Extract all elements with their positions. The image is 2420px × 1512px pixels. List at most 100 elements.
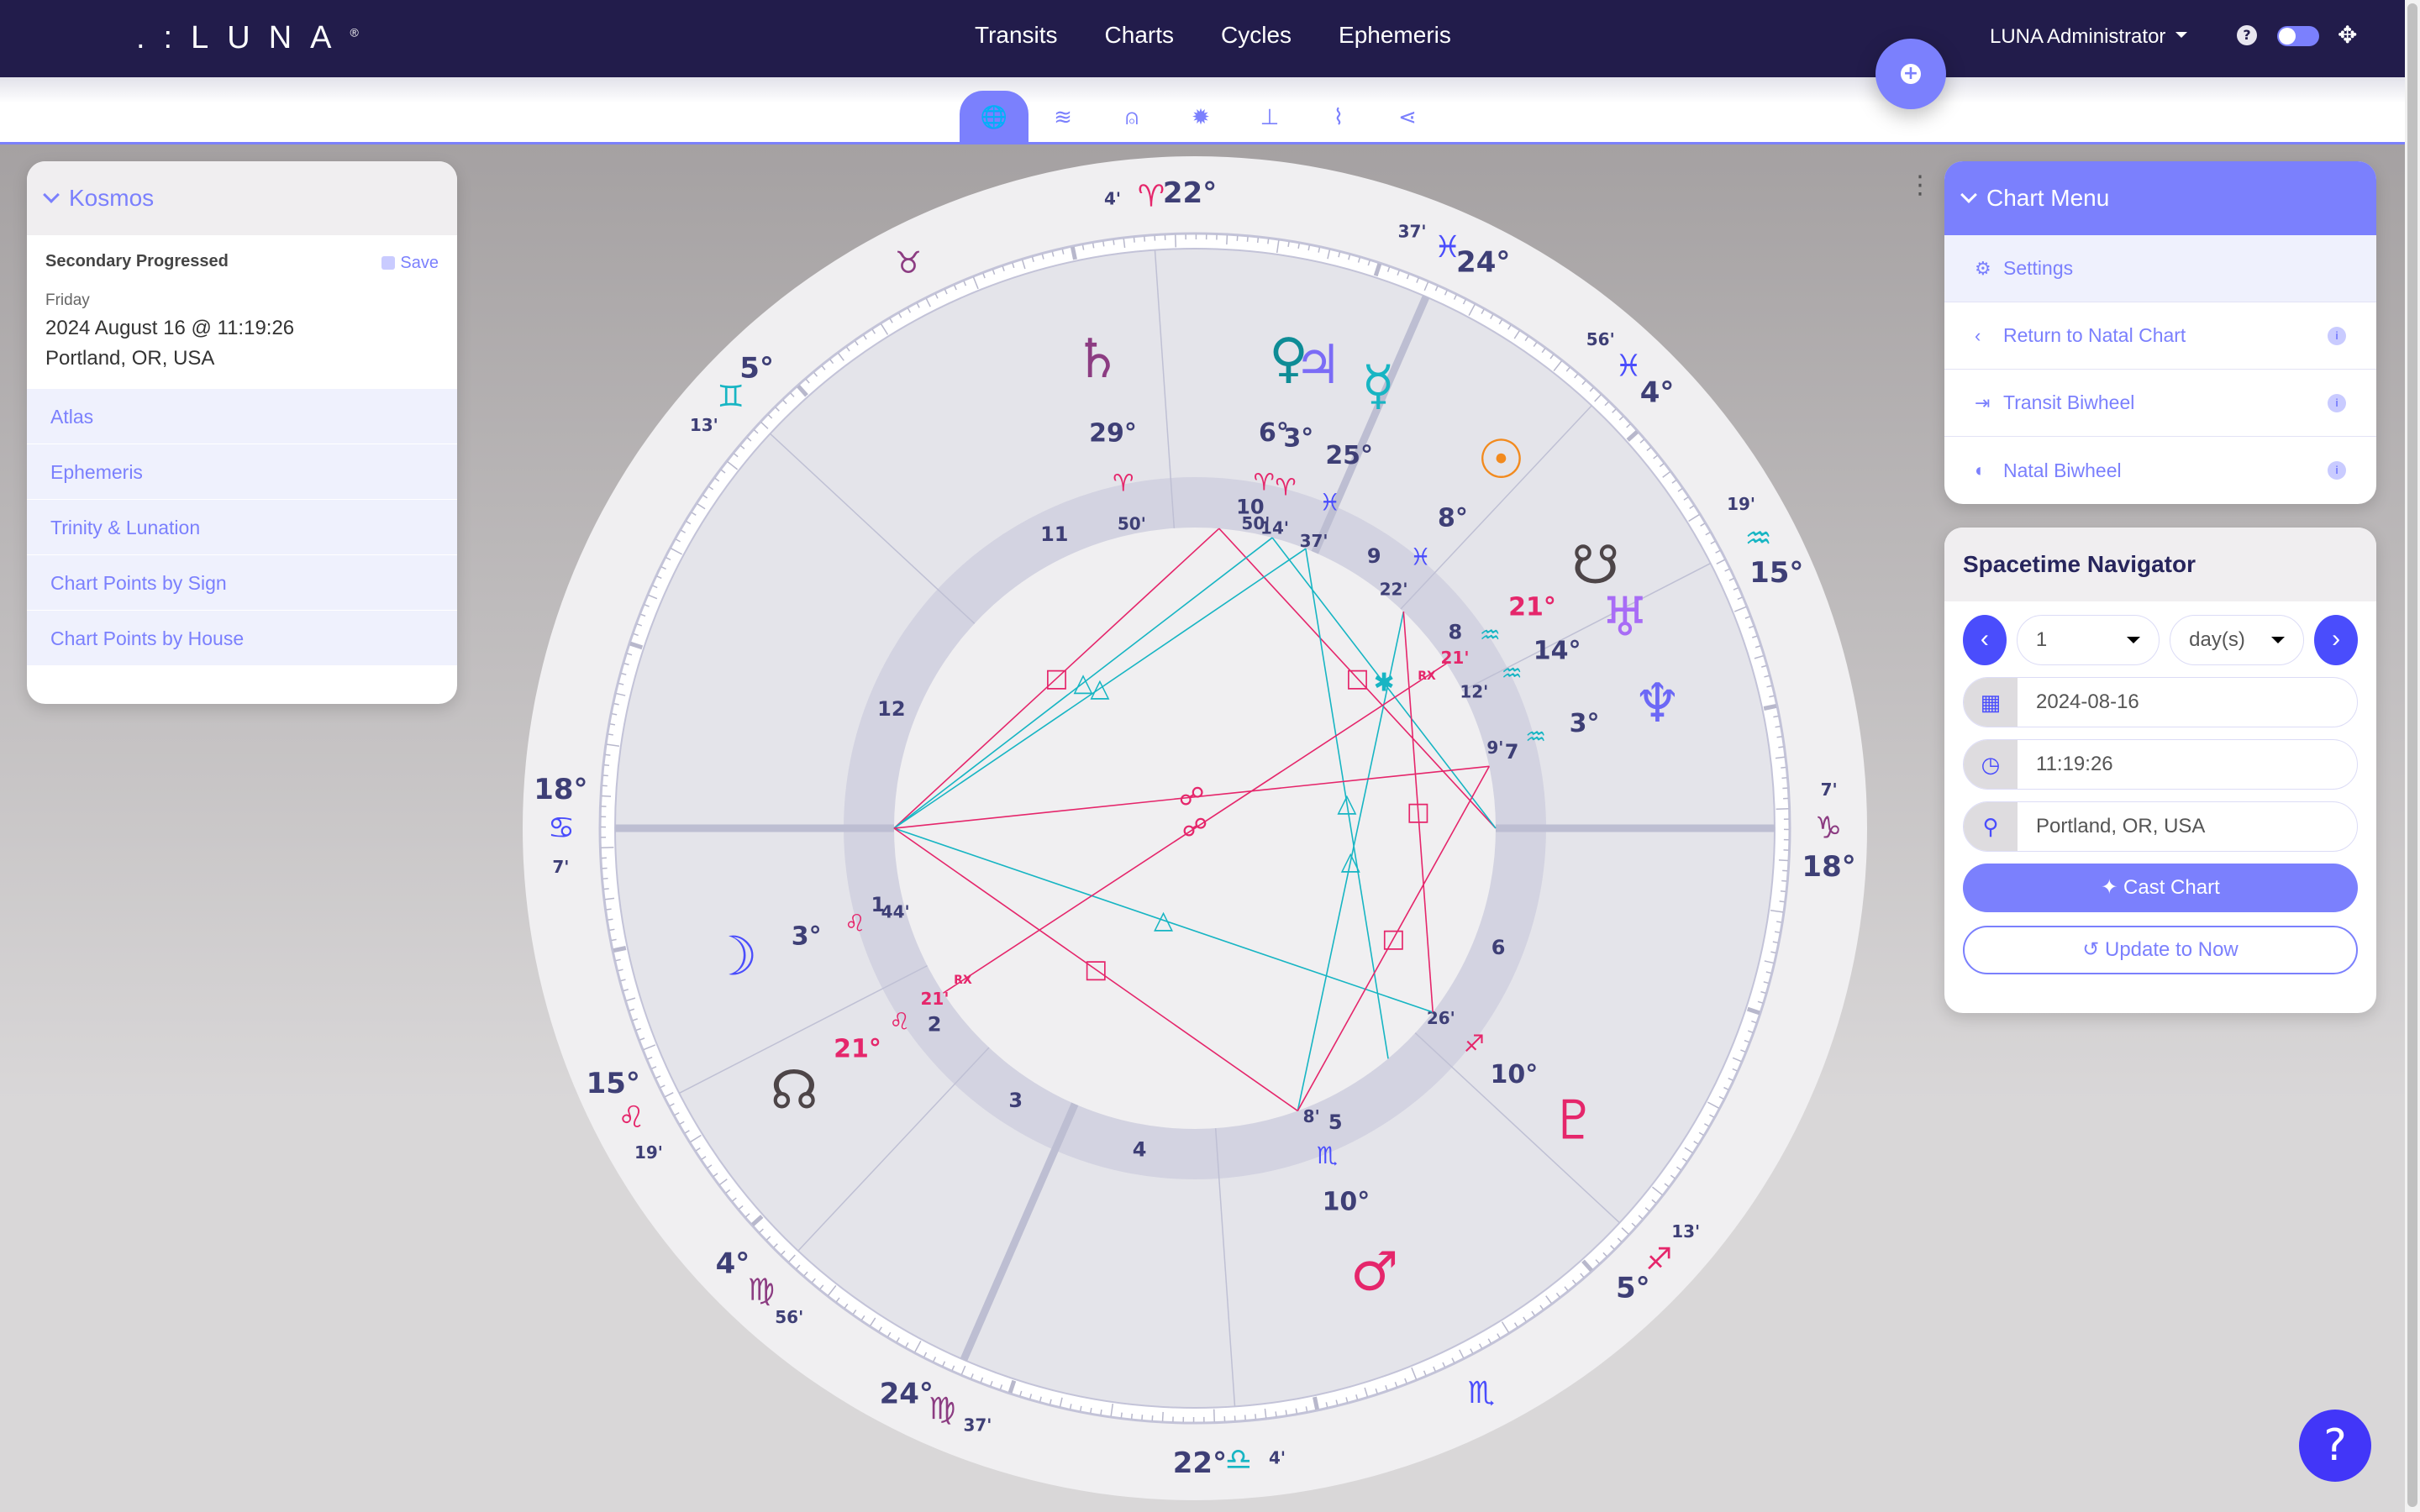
cusp-degree-label: 4° (716, 1247, 750, 1281)
chart-options-kebab-icon[interactable]: ⋮ (1907, 173, 1933, 198)
degree-tick (613, 946, 627, 953)
chart-menu-header[interactable]: Chart Menu (1944, 161, 2376, 235)
step-forward-button[interactable]: › (2314, 615, 2358, 665)
transit-arrow-icon: ⇥ (1975, 391, 1991, 413)
location-input[interactable]: Portland, OR, USA (2018, 802, 2205, 851)
nav-ephemeris[interactable]: Ephemeris (1339, 22, 1451, 49)
cusp-sign-glyph: ♊ (718, 380, 744, 414)
nav-charts[interactable]: Charts (1105, 22, 1174, 49)
info-icon[interactable]: i (2328, 393, 2346, 412)
planet-sign-glyph: ♒ (1525, 723, 1546, 751)
tab-compass-drafting[interactable]: ⍝ (1097, 91, 1166, 144)
tab-sun[interactable]: ✹ (1166, 91, 1235, 144)
degree-tick (603, 764, 610, 767)
plus-icon: + (1901, 64, 1921, 84)
help-icon[interactable]: ? (2237, 25, 2257, 45)
step-amount-select[interactable]: 1 (2016, 615, 2160, 665)
clock-icon: ◷ (1964, 740, 2018, 789)
degree-tick (1133, 237, 1135, 243)
menu-transit-biwheel[interactable]: ⇥ Transit Biwheel i (1944, 370, 2376, 437)
chart-toolbar: 🌐 ≋ ⍝ ✹ ⊥ ⌇ ⋖ (0, 77, 2405, 144)
fullscreen-icon[interactable]: ✥ (2338, 24, 2357, 47)
planet-glyph-pluto: ♇ (1549, 1089, 1597, 1152)
chart-wheel: 118°♋7'215°♌19'34°♍56'424°♍ 37'522°♎ 4'65°… (523, 156, 1867, 1500)
step-unit-select[interactable]: day(s) (2170, 615, 2305, 665)
planet-glyph-saturn: ♄ (1074, 328, 1122, 391)
degree-tick (1141, 1415, 1144, 1420)
link-chart-points-by-sign[interactable]: Chart Points by Sign (27, 554, 457, 610)
help-button[interactable]: ? (2299, 1410, 2371, 1482)
sign-glyph-scorpio: ♏ (1468, 1376, 1495, 1410)
spacetime-navigator-panel: Spacetime Navigator ‹ 1 day(s) › ▦ 2024-0… (1944, 528, 2376, 1013)
menu-settings[interactable]: ⚙ Settings (1944, 235, 2376, 302)
menu-natal-biwheel[interactable]: ◐ Natal Biwheel i (1944, 437, 2376, 504)
aspect-glyph-opposition: ☍ (1179, 783, 1204, 812)
planet-glyph-sun: ☉ (1477, 429, 1525, 491)
degree-tick (1776, 736, 1782, 738)
degree-tick (603, 888, 609, 890)
tab-share[interactable]: ⋖ (1373, 91, 1442, 144)
tab-layers[interactable]: ≋ (1028, 91, 1097, 144)
degree-tick (1776, 921, 1782, 923)
nav-cycles[interactable]: Cycles (1221, 22, 1292, 49)
add-chart-button[interactable]: + (1876, 39, 1946, 109)
cusp-sign-glyph: ♈ (1138, 179, 1165, 213)
date-input[interactable]: 2024-08-16 (2018, 678, 2139, 727)
cusp-minute-label: 37' (1398, 222, 1427, 242)
info-icon[interactable]: i (2328, 326, 2346, 345)
tab-globe[interactable]: 🌐 (960, 91, 1028, 144)
layers-icon: ≋ (1054, 105, 1072, 130)
user-menu-dropdown[interactable]: LUNA Administrator (1990, 25, 2187, 49)
chart-menu-panel: Chart Menu ⚙ Settings ‹ Return to Natal Ch… (1944, 161, 2376, 504)
cusp-minute-label: 19' (1727, 494, 1755, 514)
time-field[interactable]: ◷ 11:19:26 (1963, 739, 2358, 790)
time-input[interactable]: 11:19:26 (2018, 740, 2113, 789)
location-field[interactable]: ⚲ Portland, OR, USA (1963, 801, 2358, 852)
house-number: 5 (1328, 1110, 1343, 1134)
degree-tick (1763, 703, 1777, 711)
cusp-minute-label: 13' (1671, 1221, 1700, 1242)
chevron-left-icon: ‹ (1975, 324, 1981, 346)
tab-sitemap[interactable]: ⊥ (1235, 91, 1304, 144)
top-navbar: .:LUNA® Transits Charts Cycles Ephemeris… (0, 0, 2405, 77)
luna-logo[interactable]: .:LUNA® (136, 20, 359, 56)
cusp-minute-label: 7' (552, 857, 569, 877)
degree-tick (606, 908, 612, 911)
degree-tick (1226, 235, 1228, 245)
link-trinity-lunation[interactable]: Trinity & Lunation (27, 499, 457, 554)
planet-minute-label: 14' (1260, 517, 1289, 538)
house-number: 4 (1133, 1137, 1147, 1161)
planet-degree-label: 10° (1323, 1187, 1370, 1216)
aspect-glyph-square: □ (1044, 664, 1068, 693)
link-ephemeris[interactable]: Ephemeris (27, 444, 457, 499)
planet-degree-label: 3° (1570, 709, 1600, 738)
update-to-now-button[interactable]: ↺ Update to Now (1963, 926, 2358, 974)
date-field[interactable]: ▦ 2024-08-16 (1963, 677, 2358, 727)
cusp-minute-label: 37' (963, 1415, 992, 1435)
menu-return-to-natal[interactable]: ‹ Return to Natal Chart i (1944, 302, 2376, 370)
save-button[interactable]: Save (381, 254, 439, 273)
globe-icon: 🌐 (980, 105, 1008, 130)
link-atlas[interactable]: Atlas (27, 388, 457, 444)
cusp-degree-label: 24° (880, 1378, 934, 1411)
navigator-title: Spacetime Navigator (1944, 528, 2376, 601)
cusp-degree-label: 22° (1173, 1446, 1227, 1480)
theme-toggle[interactable] (2277, 26, 2319, 46)
cast-chart-button[interactable]: ✦ Cast Chart (1963, 864, 2358, 912)
degree-tick (1313, 1396, 1320, 1410)
house-number: 9 (1367, 544, 1381, 568)
share-icon: ⋖ (1398, 105, 1417, 130)
nav-transits[interactable]: Transits (975, 22, 1058, 49)
planet-degree-label: 21° (1508, 592, 1556, 622)
info-icon[interactable]: i (2328, 461, 2346, 480)
planet-glyph-mars: ♂ (1350, 1241, 1398, 1303)
aspect-glyph-square: □ (1084, 955, 1107, 984)
link-chart-points-by-house[interactable]: Chart Points by House (27, 610, 457, 665)
planet-sign-glyph: ♈ (1275, 474, 1296, 501)
tab-attachments[interactable]: ⌇ (1304, 91, 1373, 144)
kosmos-header[interactable]: Kosmos (27, 161, 457, 235)
degree-tick (1267, 239, 1270, 244)
planet-sign-glyph: ♒ (1502, 659, 1523, 687)
page-scrollbar[interactable] (2405, 0, 2420, 1512)
step-back-button[interactable]: ‹ (1963, 615, 2007, 665)
